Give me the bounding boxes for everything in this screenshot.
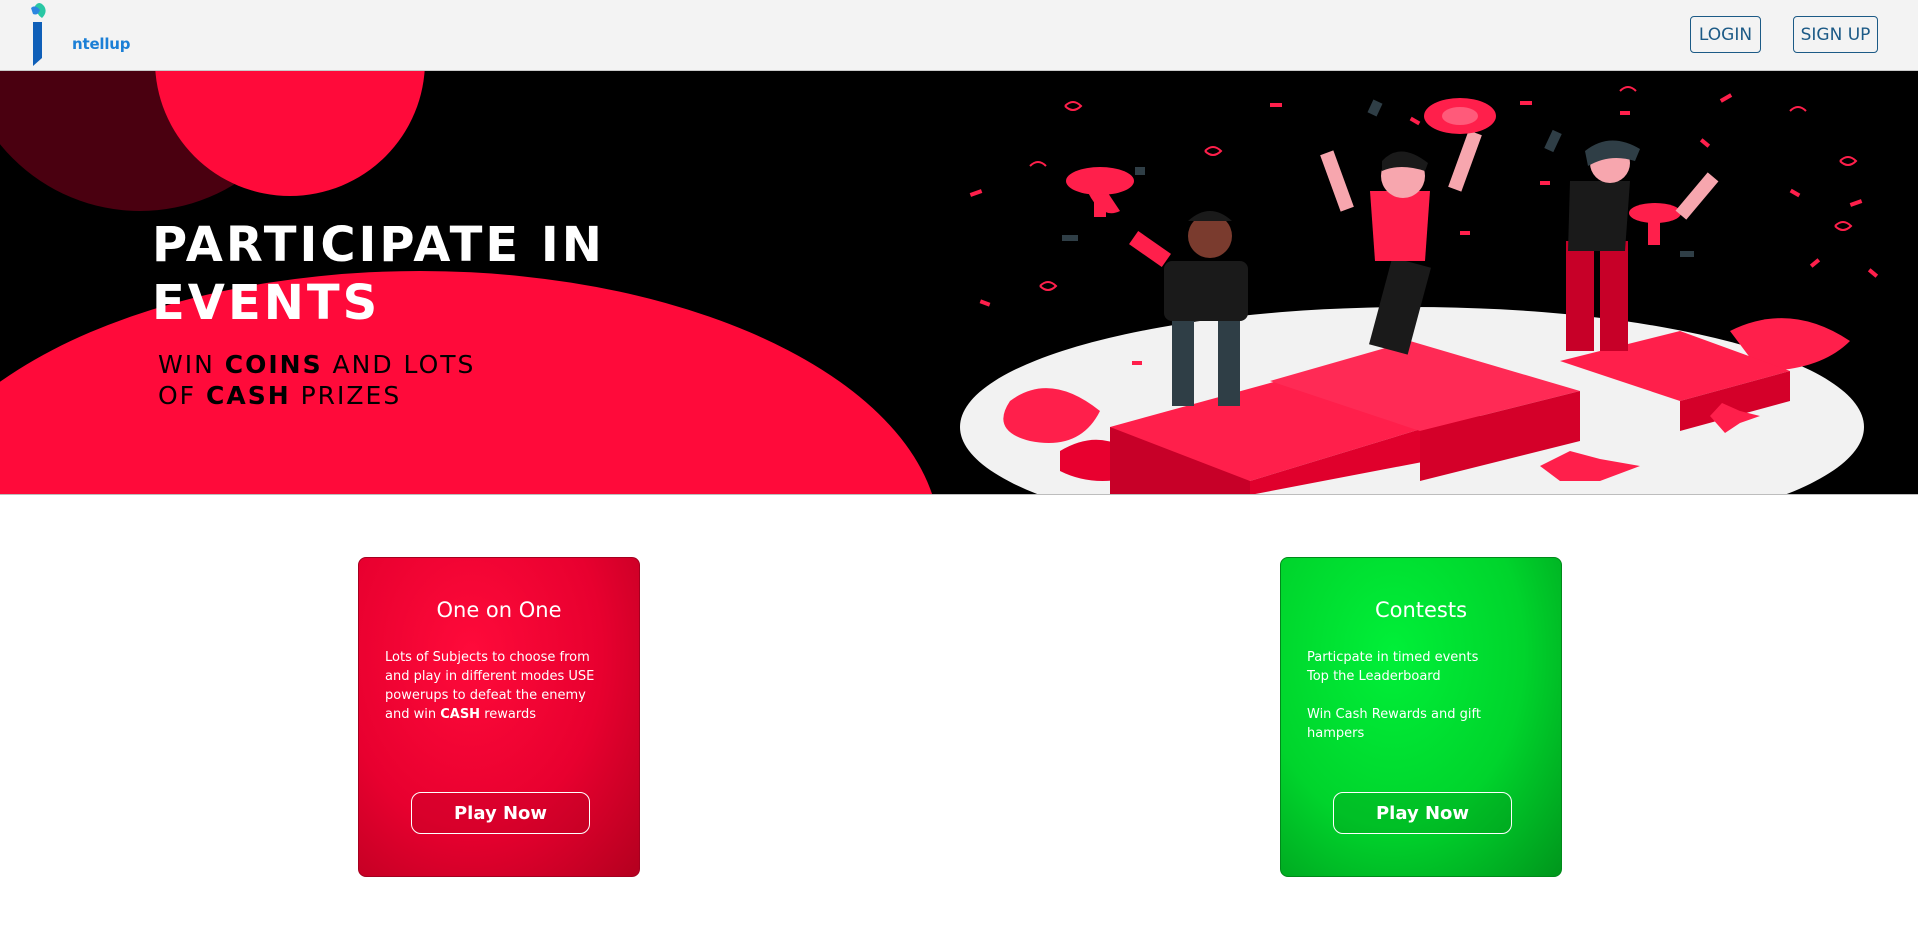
hero-sub-text: AND LOTS bbox=[322, 350, 476, 379]
card-description-text: rewards bbox=[480, 707, 537, 722]
top-navbar: ntellup LOGIN SIGN UP bbox=[0, 0, 1918, 71]
play-now-button[interactable]: Play Now bbox=[1333, 792, 1512, 834]
card-title: Contests bbox=[1374, 598, 1468, 622]
card-description-line: Win Cash Rewards and gift hampers bbox=[1307, 707, 1481, 741]
logo-text: ntellup bbox=[72, 35, 131, 53]
login-button[interactable]: LOGIN bbox=[1690, 16, 1761, 53]
card-description-line: Particpate in timed events bbox=[1307, 650, 1479, 665]
hero-sub-cash: CASH bbox=[206, 381, 291, 410]
hero-title: PARTICIPATE IN EVENTS bbox=[152, 216, 852, 332]
card-title: One on One bbox=[436, 598, 562, 622]
hero-subtitle: WIN COINS AND LOTS OF CASH PRIZES bbox=[158, 349, 678, 411]
hero-sub-text: WIN bbox=[158, 350, 225, 379]
card-description: Lots of Subjects to choose from and play… bbox=[385, 648, 613, 768]
hero-banner: PARTICIPATE IN EVENTS WIN COINS AND LOTS… bbox=[0, 71, 1918, 495]
hero-sub-text: PRIZES bbox=[290, 381, 402, 410]
card-description-gap bbox=[1307, 686, 1535, 705]
play-now-button[interactable]: Play Now bbox=[411, 792, 590, 834]
hero-sub-text: OF bbox=[158, 381, 207, 410]
hero-title-line2: EVENTS bbox=[152, 275, 381, 331]
one-on-one-card: One on One Lots of Subjects to choose fr… bbox=[358, 557, 640, 877]
hero-subtitle-line2: OF CASH PRIZES bbox=[158, 380, 678, 411]
card-description: Particpate in timed events Top the Leade… bbox=[1307, 648, 1535, 768]
intellup-logo[interactable]: ntellup bbox=[28, 0, 131, 68]
hero-title-line1: PARTICIPATE IN bbox=[152, 217, 605, 273]
hero-sub-coins: COINS bbox=[224, 350, 323, 379]
card-description-line: Top the Leaderboard bbox=[1307, 669, 1441, 684]
contests-card: Contests Particpate in timed events Top … bbox=[1280, 557, 1562, 877]
card-description-cash: CASH bbox=[440, 707, 481, 722]
intellup-logo-icon bbox=[31, 3, 46, 66]
hero-subtitle-line1: WIN COINS AND LOTS bbox=[158, 349, 678, 380]
signup-button[interactable]: SIGN UP bbox=[1793, 16, 1878, 53]
